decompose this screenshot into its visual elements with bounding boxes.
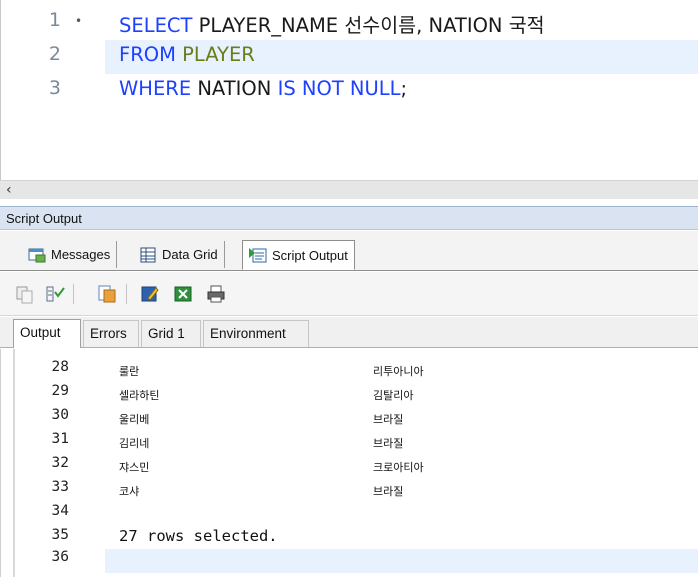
panel-tab-strip: Messages Data Grid Script Output: [0, 231, 698, 271]
sql-identifier: 국적: [502, 14, 545, 37]
list-item: 30 울리베 브라질: [1, 407, 698, 431]
nation: 브라질: [373, 437, 404, 450]
sql-table-name: PLAYER: [175, 43, 255, 66]
tab-script-output[interactable]: Script Output: [242, 240, 355, 270]
code-text[interactable]: SELECT PLAYER_NAME 선수이름, NATION 국적: [119, 9, 545, 38]
sql-identifier: NATION: [191, 77, 278, 100]
nation: 김탈리아: [373, 389, 414, 402]
data-grid-icon: [139, 247, 157, 263]
list-item: 35 27 rows selected.: [1, 527, 698, 551]
line-number: 32: [51, 455, 69, 471]
messages-icon: [28, 247, 46, 263]
sql-identifier: PLAYER_NAME 선수이름: [192, 14, 417, 37]
edit-icon[interactable]: [140, 284, 160, 304]
tab-label: Script Output: [272, 247, 348, 263]
list-item: 34: [1, 503, 698, 527]
tab-environment[interactable]: Environment: [203, 320, 309, 347]
script-output-icon: [249, 247, 267, 263]
line-number: 28: [51, 359, 69, 375]
player-name: 쟈스민: [119, 461, 150, 474]
filter-icon[interactable]: [45, 284, 65, 304]
line-number: 29: [51, 383, 69, 399]
player-name: 김리네: [119, 437, 150, 450]
code-line-3[interactable]: 3 WHERE NATION IS NOT NULL;: [1, 74, 698, 108]
tab-errors[interactable]: Errors: [83, 320, 139, 347]
panel-title: Script Output: [0, 206, 698, 230]
list-item: 31 김리네 브라질: [1, 431, 698, 455]
sql-keyword: SELECT: [119, 14, 193, 37]
scroll-left-icon[interactable]: ‹: [6, 182, 12, 198]
code-line-1[interactable]: 1 • SELECT PLAYER_NAME 선수이름, NATION 국적: [1, 6, 698, 40]
list-item: 28 룰란 리투아니아: [1, 359, 698, 383]
nation: 리투아니아: [373, 365, 424, 378]
tab-output[interactable]: Output: [13, 319, 81, 348]
sql-punct: ;: [400, 77, 408, 100]
player-name: 셀라하틴: [119, 389, 160, 402]
line-number: 31: [51, 431, 69, 447]
fold-marker-icon[interactable]: •: [75, 14, 82, 28]
sql-keyword: WHERE: [119, 77, 192, 100]
line-number: 36: [51, 549, 69, 565]
copy-icon[interactable]: [15, 284, 35, 304]
output-toolbar: [0, 272, 698, 316]
sql-punct: ,: [416, 14, 429, 37]
rows-selected-message: 27 rows selected.: [119, 527, 278, 545]
output-tab-strip: Output Errors Grid 1 Environment: [0, 317, 698, 348]
list-item: 29 셀라하틴 김탈리아: [1, 383, 698, 407]
line-number: 1: [48, 9, 61, 31]
sql-editor[interactable]: 1 • SELECT PLAYER_NAME 선수이름, NATION 국적 2…: [0, 0, 698, 180]
code-line-2[interactable]: 2 FROM PLAYER: [1, 40, 698, 74]
sql-keyword: IS NOT NULL: [277, 77, 401, 100]
tab-data-grid[interactable]: Data Grid: [133, 241, 225, 268]
list-item: 36: [1, 549, 698, 573]
toolbar-separator: [126, 284, 127, 304]
sql-keyword: FROM: [119, 43, 176, 66]
line-number: 33: [51, 479, 69, 495]
sql-identifier: NATION: [428, 14, 503, 37]
list-item: 33 코샤 브라질: [1, 479, 698, 503]
horizontal-scrollbar[interactable]: ‹: [0, 180, 698, 199]
toolbar-separator: [73, 284, 74, 304]
code-text[interactable]: WHERE NATION IS NOT NULL;: [119, 77, 407, 100]
player-name: 코샤: [119, 485, 140, 498]
nation: 크로아티아: [373, 461, 424, 474]
player-name: 울리베: [119, 413, 150, 426]
line-number: 3: [48, 77, 61, 99]
code-text[interactable]: FROM PLAYER: [119, 43, 255, 66]
tab-messages[interactable]: Messages: [22, 241, 118, 268]
print-icon[interactable]: [206, 284, 226, 304]
tab-label: Data Grid: [162, 247, 218, 262]
line-number: 2: [48, 43, 61, 65]
tab-label: Messages: [51, 247, 111, 262]
nation: 브라질: [373, 413, 404, 426]
list-item: 32 쟈스민 크로아티아: [1, 455, 698, 479]
line-number: 34: [51, 503, 69, 519]
line-number: 35: [51, 527, 69, 543]
script-output-text[interactable]: 28 룰란 리투아니아 29 셀라하틴 김탈리아 30 울리베 브라질 31 김…: [0, 349, 698, 577]
nation: 브라질: [373, 485, 404, 498]
export-excel-icon[interactable]: [173, 284, 193, 304]
tab-grid-1[interactable]: Grid 1: [141, 320, 201, 347]
line-number: 30: [51, 407, 69, 423]
clear-icon[interactable]: [97, 284, 117, 304]
player-name: 룰란: [119, 365, 140, 378]
